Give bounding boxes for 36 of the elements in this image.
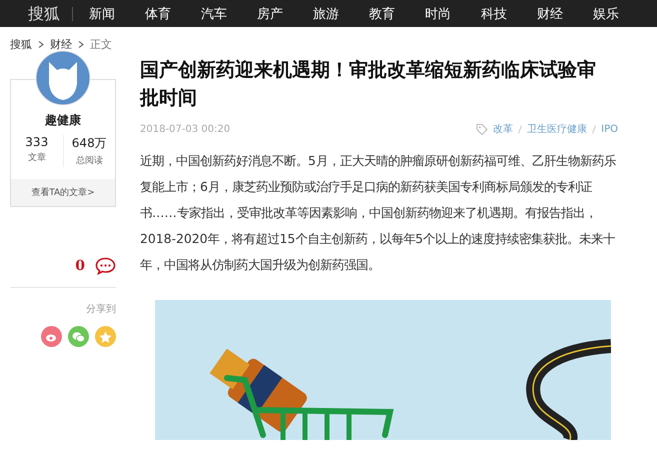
- chevron-icon: [78, 41, 84, 48]
- weibo-share-button[interactable]: [41, 326, 62, 347]
- stat-value: 648万: [72, 135, 107, 152]
- comment-count: 0: [75, 258, 85, 274]
- star-share-button[interactable]: [95, 326, 116, 347]
- nav-link[interactable]: 体育: [145, 4, 201, 22]
- publish-date: 2018-07-03 00:20: [140, 124, 230, 134]
- stat-label: 总阅读: [76, 154, 103, 167]
- nav-link[interactable]: 教育: [369, 4, 425, 22]
- nav-link[interactable]: 科技: [481, 4, 537, 22]
- nav-link[interactable]: 新闻: [89, 4, 145, 22]
- nav-link[interactable]: 娱乐: [593, 4, 649, 22]
- nav-link[interactable]: 房产: [257, 4, 313, 22]
- nav-link[interactable]: 财经: [537, 4, 593, 22]
- star-icon: [99, 330, 112, 342]
- chat-share-button[interactable]: [68, 326, 89, 347]
- view-articles-link[interactable]: 查看TA的文章>: [11, 179, 115, 206]
- breadcrumb-link[interactable]: 搜狐: [10, 37, 32, 52]
- slash-divider-icon: [592, 124, 596, 134]
- nav-link[interactable]: 旅游: [313, 4, 369, 22]
- chat-bubbles-icon: [72, 330, 85, 342]
- author-name[interactable]: 趣健康: [45, 112, 81, 129]
- tag-icon: [476, 123, 488, 135]
- article-paragraph: 近期，中国创新药好消息不断。5月，正大天晴的肿瘤原研创新药福可维、乙肝生物新药乐复能上市；6月，康芝药业预防或治疗手足口病的新药获美国专利商标局颁发的专利证书……专家指出，受审批改革等因素影响，中国创新药物迎来了机遇期。有报告指出，2018-2020年，将有超过15个自主创新药，以每年5个以上的速度持续密集获批。未来十年，中国将从仿制药大国升级为创新药强国。: [140, 152, 617, 274]
- site-logo[interactable]: 搜狐: [28, 6, 73, 20]
- breadcrumb-link[interactable]: 财经: [50, 37, 72, 52]
- article-title: 国产创新药迎来机遇期！审批改革缩短新药临床试验审批时间: [140, 58, 597, 111]
- comment-icon[interactable]: [95, 257, 116, 275]
- nav-link[interactable]: 时尚: [425, 4, 481, 22]
- chevron-icon: [38, 41, 44, 48]
- nav-link[interactable]: 汽车: [201, 4, 257, 22]
- slash-divider-icon: [518, 124, 522, 134]
- stat-label: 文章: [28, 152, 46, 164]
- stat-value: 333: [25, 135, 48, 149]
- breadcrumb-link[interactable]: 正文: [90, 37, 112, 52]
- share-label: 分享到: [86, 302, 116, 316]
